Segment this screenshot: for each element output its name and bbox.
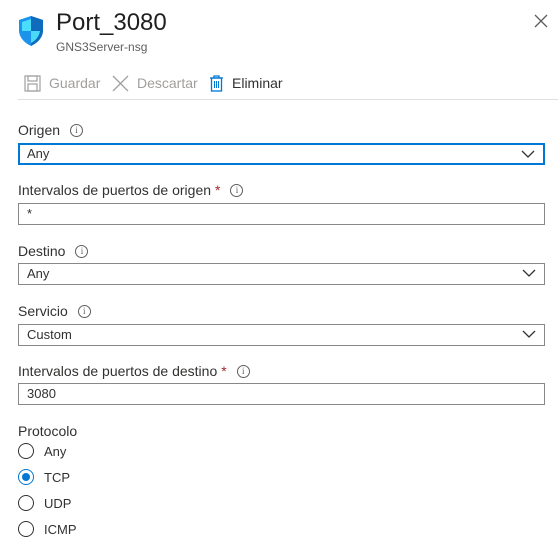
dest-ports-input[interactable]: 3080 <box>18 383 545 405</box>
info-icon[interactable]: i <box>230 183 244 197</box>
discard-button[interactable]: Descartar <box>112 73 198 93</box>
info-icon[interactable]: i <box>70 123 84 137</box>
required-marker: * <box>215 182 221 198</box>
discard-button-label: Descartar <box>137 75 198 91</box>
protocol-label-text: Protocolo <box>18 423 78 439</box>
destino-label: Destino i <box>18 242 89 260</box>
chevron-down-icon <box>521 150 535 158</box>
protocol-option-label: TCP <box>44 469 70 485</box>
destino-dropdown-value: Any <box>27 266 50 281</box>
origen-dropdown-value: Any <box>27 146 50 161</box>
protocol-option-any[interactable]: Any <box>18 443 66 459</box>
origen-label-text: Origen <box>18 122 61 138</box>
delete-button[interactable]: Eliminar <box>209 73 283 93</box>
servicio-dropdown[interactable]: Custom <box>18 324 545 346</box>
origen-dropdown[interactable]: Any <box>18 143 545 165</box>
protocol-option-udp[interactable]: UDP <box>18 495 71 511</box>
protocol-option-label: Any <box>44 443 67 459</box>
save-button[interactable]: Guardar <box>24 73 100 93</box>
servicio-dropdown-value: Custom <box>27 327 72 342</box>
destino-label-text: Destino <box>18 243 66 259</box>
radio-button[interactable] <box>18 443 34 459</box>
save-button-label: Guardar <box>49 75 101 91</box>
dest-ports-label-text: Intervalos de puertos de destino <box>18 363 218 379</box>
info-icon[interactable]: i <box>77 304 91 318</box>
chevron-down-icon <box>522 330 536 338</box>
page-subtitle: GNS3Server-nsg <box>56 40 148 54</box>
delete-button-label: Eliminar <box>232 75 283 91</box>
trash-icon <box>210 74 223 92</box>
save-icon <box>24 74 41 92</box>
dest-ports-value: 3080 <box>27 386 56 401</box>
shield-icon <box>19 16 43 46</box>
radio-button[interactable] <box>18 521 34 537</box>
radio-button-selected[interactable] <box>18 469 34 485</box>
page-title: Port_3080 <box>56 9 167 36</box>
info-icon[interactable]: i <box>236 364 250 378</box>
source-ports-input[interactable]: * <box>18 203 545 225</box>
toolbar-divider <box>18 99 558 100</box>
protocol-label: Protocolo <box>18 422 77 440</box>
close-icon[interactable] <box>533 13 549 29</box>
chevron-down-icon <box>522 269 536 277</box>
protocol-option-icmp[interactable]: ICMP <box>18 521 77 537</box>
servicio-label-text: Servicio <box>18 303 68 319</box>
servicio-label: Servicio i <box>18 302 91 320</box>
protocol-option-label: ICMP <box>44 521 77 537</box>
protocol-option-label: UDP <box>44 495 72 511</box>
source-ports-label-text: Intervalos de puertos de origen <box>18 182 212 198</box>
protocol-option-tcp[interactable]: TCP <box>18 469 70 485</box>
radio-button[interactable] <box>18 495 34 511</box>
origen-label: Origen i <box>18 121 84 139</box>
info-icon[interactable]: i <box>75 244 89 258</box>
source-ports-value: * <box>27 206 33 221</box>
discard-icon <box>112 75 129 91</box>
source-ports-label: Intervalos de puertos de origen * i <box>18 181 244 199</box>
required-marker: * <box>221 363 227 379</box>
destino-dropdown[interactable]: Any <box>18 263 545 285</box>
dest-ports-label: Intervalos de puertos de destino * i <box>18 362 250 380</box>
